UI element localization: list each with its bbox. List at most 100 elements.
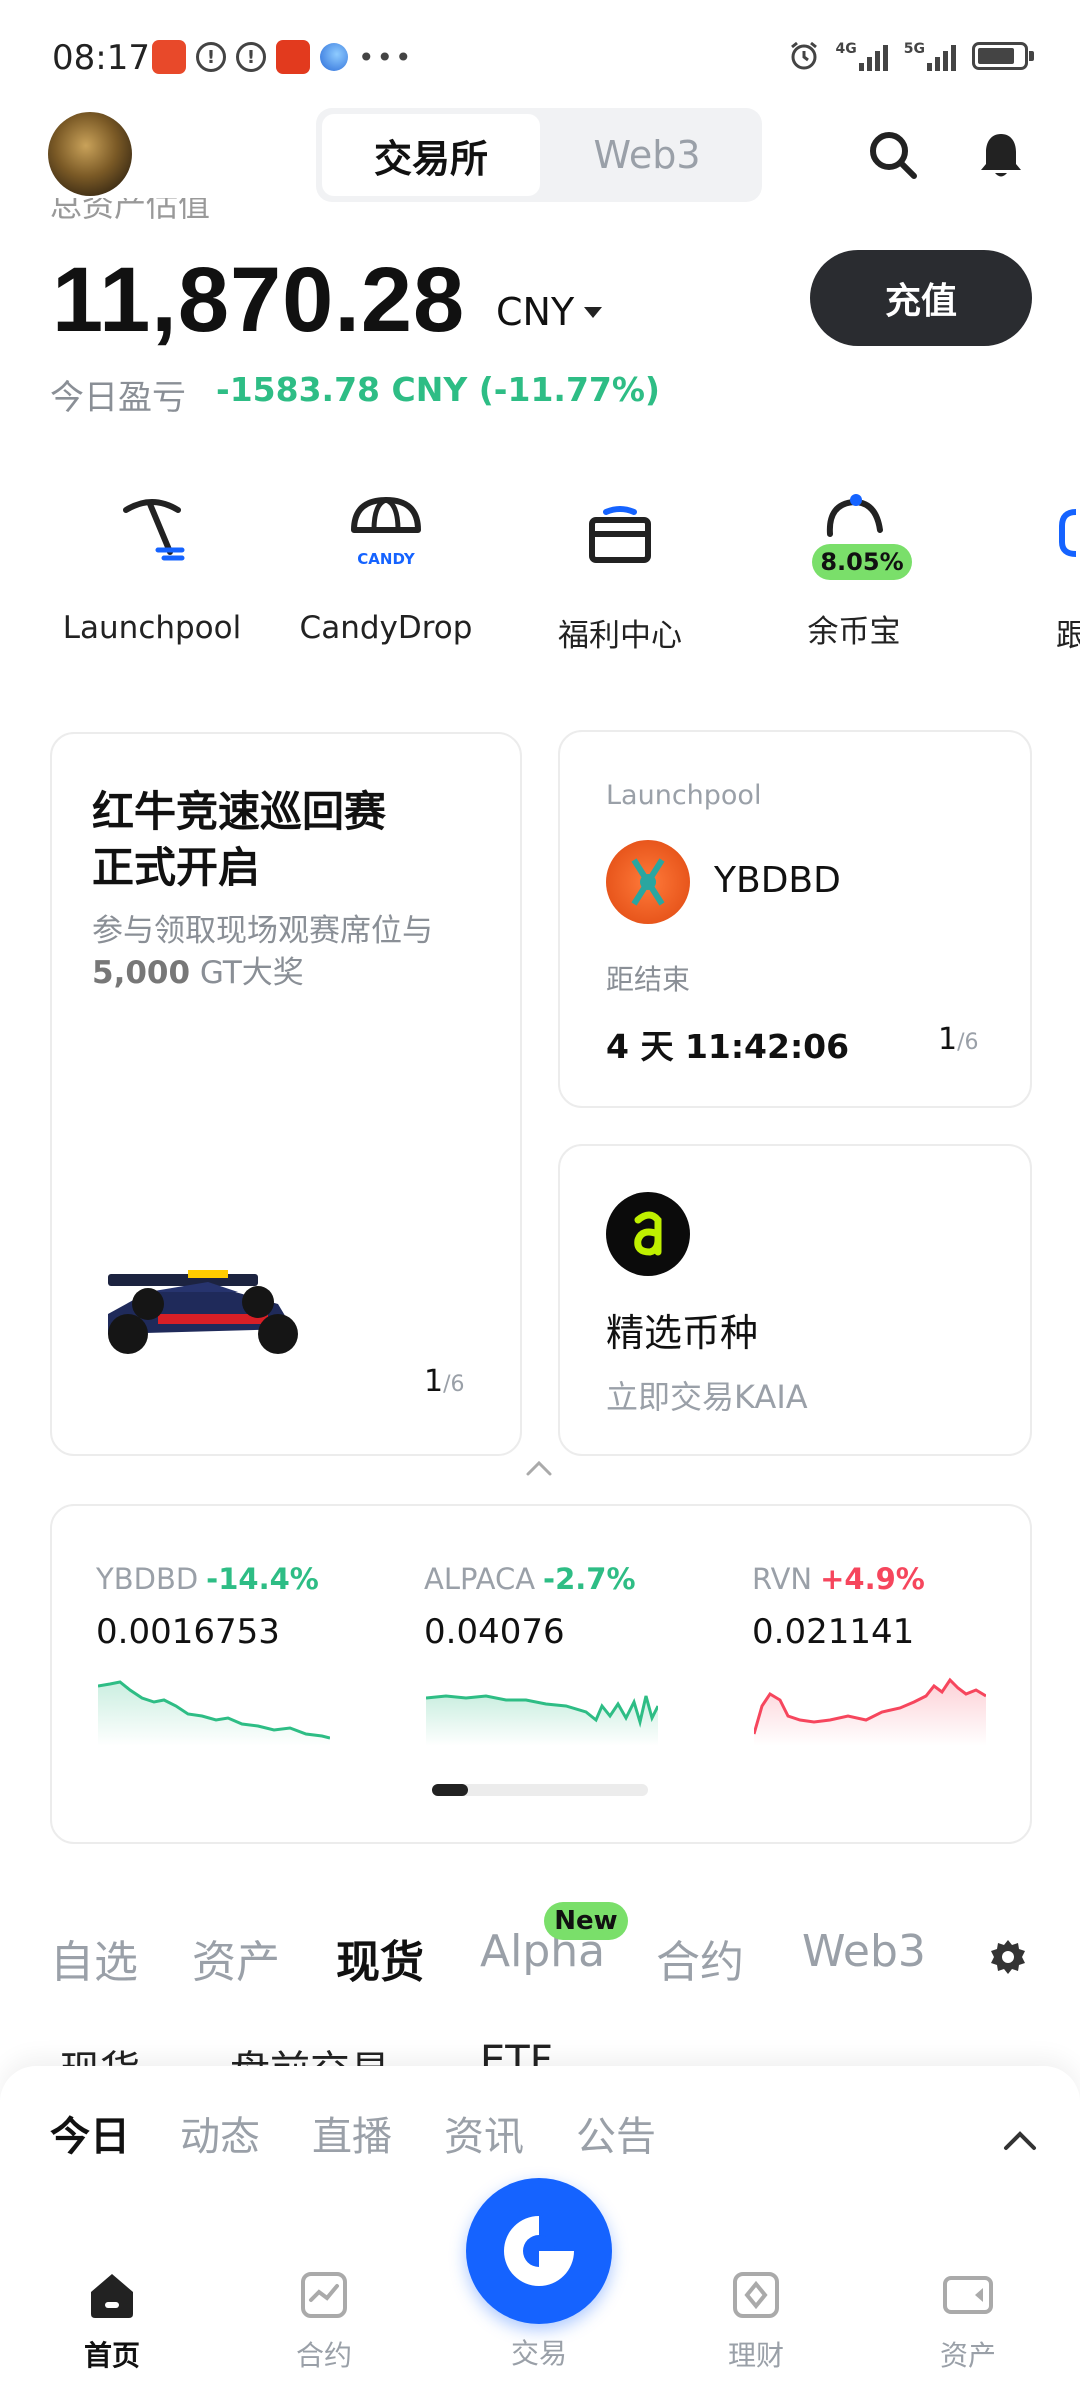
signal-icon [927,41,956,71]
ticker-symbol: RVN [752,1562,813,1596]
search-icon[interactable] [866,128,920,182]
ticker-price: 0.04076 [424,1612,565,1652]
expand-chevron-icon[interactable] [1000,2122,1040,2162]
signal-icon [858,41,888,71]
status-bar: 08:17 ! ! ••• 4G 5G [0,0,1080,110]
quick-candydrop[interactable]: CANDY CandyDrop [286,490,486,646]
gift-icon [589,506,651,563]
tab-web3[interactable]: Web3 [538,114,756,196]
tab-web3-market[interactable]: Web3 [802,1926,926,1977]
ticker-price: 0.021141 [752,1612,915,1652]
alert-icon: ! [236,42,266,72]
network-type-label: 5G [903,41,925,57]
featured-coin-card[interactable]: 精选币种 立即交易KAIA [558,1144,1032,1456]
launchpool-pager: 1/6 [938,1022,979,1057]
sparkline-rvn [754,1677,986,1746]
promo-subtitle: 参与领取现场观赛席位与 5,000 GT大奖 [92,913,433,991]
caret-down-icon [584,306,603,318]
app-notification-icon [152,40,186,74]
launchpool-card[interactable]: Launchpool YBDBD 距结束 4 天 11:42:06 1/6 [558,730,1032,1108]
ticker-change: -2.7% [543,1562,636,1596]
balance-label: 总资产估值 [50,198,211,224]
currency-label: CNY [496,290,575,334]
alert-icon: ! [196,42,226,72]
ticker-alpaca[interactable]: ALPACA -2.7% 0.04076 [424,1562,684,1652]
currency-selector[interactable]: CNY [496,290,603,334]
featured-title: 精选币种 [606,1311,759,1355]
ticker-ybdbd[interactable]: YBDBD -14.4% 0.0016753 [96,1562,356,1652]
network-type-label: 4G [835,41,857,57]
nav-home[interactable]: 首页 [42,2268,182,2374]
sparkline-alpaca [426,1694,658,1746]
quick-label: 福利中心 [558,618,682,654]
ticker-symbol: ALPACA [424,1562,536,1596]
ticker-rvn[interactable]: RVN +4.9% 0.021141 [752,1562,1012,1652]
news-tab-live[interactable]: 直播 [312,2104,392,2162]
quick-rewards-center[interactable]: 福利中心 [520,490,720,655]
bottom-sheet: 今日 动态 直播 资讯 公告 首页 合约 交易 理财 资产 [0,2066,1080,2388]
bell-icon[interactable] [974,128,1028,182]
browser-app-icon [320,43,348,71]
ticker-price: 0.0016753 [96,1612,280,1652]
pnl-label: 今日盈亏 [50,378,186,418]
nav-trade-button[interactable] [466,2178,612,2324]
promo-card[interactable]: 红牛竞速巡回赛 正式开启 参与领取现场观赛席位与 5,000 GT大奖 1/6 [50,732,522,1456]
nav-label: 资产 [939,2339,996,2372]
exchange-web3-switch: 交易所 Web3 [316,108,762,202]
trade-logo-icon [504,2216,574,2286]
notification-icons: ! ! ••• [152,40,414,74]
quick-copy-trading[interactable]: 跟 [990,490,1080,655]
nav-label: 交易 [510,2337,567,2370]
wallet-icon [943,2276,993,2314]
quick-label: Launchpool [62,610,242,646]
ticker-symbol: YBDBD [96,1562,199,1596]
scroll-thumb [432,1784,468,1796]
launchpool-label: Launchpool [606,780,762,811]
quick-savings[interactable]: 8.05% 余币宝 [754,490,954,651]
token-logo [606,840,690,924]
news-tab-announcements[interactable]: 公告 [576,2104,656,2162]
quick-label: 余币宝 [807,614,901,650]
promo-title: 红牛竞速巡回赛 正式开启 [92,787,387,892]
pickaxe-icon [123,499,185,561]
piggy-icon: 8.05% [812,490,912,580]
ticker-change: -14.4% [206,1562,319,1596]
featured-subtitle: 立即交易KAIA [606,1378,808,1416]
promo-pager: 1/6 [424,1364,465,1399]
news-tab-feed[interactable]: 动态 [180,2104,260,2162]
collapse-chevron-icon[interactable] [524,1454,554,1484]
ticker-scroll-indicator [432,1784,648,1796]
alarm-icon [790,41,817,70]
nav-futures[interactable]: 合约 [254,2268,394,2374]
quick-launchpool[interactable]: Launchpool [52,490,252,646]
svg-text:CANDY: CANDY [357,550,416,568]
tab-favorites[interactable]: 自选 [50,1926,138,1990]
gear-icon[interactable] [988,1938,1028,1978]
tab-spot[interactable]: 现货 [336,1926,424,1990]
copy-icon [1059,509,1077,557]
sub-tabs: 现货 盘前交易 ETF [60,2036,960,2070]
ticker-change: +4.9% [820,1562,925,1596]
parachute-icon: CANDY [351,497,421,568]
quick-label: CandyDrop [299,610,473,646]
nav-label: 合约 [295,2339,352,2372]
news-tab-news[interactable]: 资讯 [444,2104,524,2162]
tab-futures[interactable]: 合约 [656,1926,744,1990]
nav-label: 首页 [83,2339,140,2372]
new-badge: New [544,1902,628,1940]
countdown-timer: 4 天 11:42:06 [606,1027,850,1066]
tab-assets[interactable]: 资产 [192,1926,280,1990]
news-tab-today[interactable]: 今日 [50,2104,130,2162]
avatar[interactable] [48,112,132,196]
tab-exchange[interactable]: 交易所 [322,114,540,196]
earn-icon [733,2272,779,2318]
listen-app-icon [276,40,310,74]
status-time: 08:17 [52,38,150,78]
nav-label: 理财 [727,2339,784,2372]
nav-assets[interactable]: 资产 [898,2268,1038,2374]
nav-earn[interactable]: 理财 [686,2268,826,2374]
total-balance: 11,870.28 [52,249,466,351]
deposit-button[interactable]: 充值 [810,250,1032,346]
more-notifications-icon: ••• [358,40,414,74]
ends-label: 距结束 [606,963,691,996]
